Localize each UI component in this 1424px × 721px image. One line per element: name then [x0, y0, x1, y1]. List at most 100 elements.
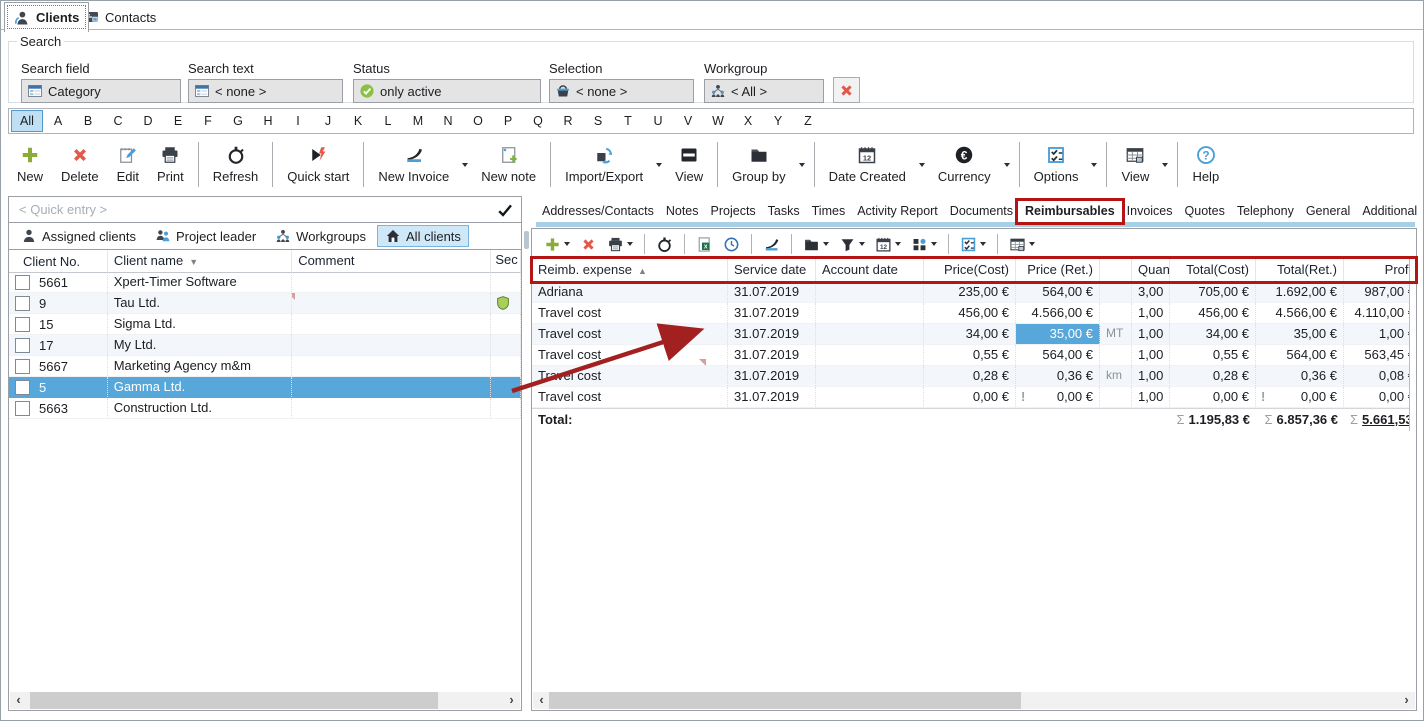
column-total-ret[interactable]: Total(Ret.) — [1256, 259, 1344, 281]
refresh-button[interactable]: Refresh — [204, 143, 268, 187]
column-quantity[interactable]: Quantity — [1132, 259, 1170, 281]
reimbursables-horizontal-scrollbar[interactable]: ‹ › — [533, 692, 1415, 709]
detail-tab-invoices[interactable]: Invoices — [1121, 202, 1179, 220]
folder-button[interactable] — [799, 233, 833, 256]
dropdown-caret[interactable] — [627, 242, 633, 246]
detail-tab-reimbursables[interactable]: Reimbursables — [1019, 202, 1121, 220]
new-invoice-dropdown-caret[interactable] — [458, 163, 472, 167]
column-client-name[interactable]: Client name▼ — [108, 250, 292, 272]
detail-tab-times[interactable]: Times — [806, 202, 852, 220]
detail-tab-telephony[interactable]: Telephony — [1231, 202, 1300, 220]
alpha-x[interactable]: X — [733, 110, 763, 132]
alpha-a[interactable]: A — [43, 110, 73, 132]
client-row[interactable]: 5667Marketing Agency m&m — [9, 356, 521, 377]
view-button[interactable]: View — [666, 143, 712, 187]
dropdown-caret[interactable] — [980, 242, 986, 246]
column-unit[interactable] — [1100, 259, 1132, 281]
date-filter-button[interactable]: 12 — [871, 233, 905, 256]
options-button[interactable]: Options — [1025, 143, 1088, 187]
delete-expense-button[interactable] — [576, 233, 601, 256]
alpha-o[interactable]: O — [463, 110, 493, 132]
new-note-button[interactable]: New note — [472, 143, 545, 187]
options-button[interactable] — [956, 233, 990, 256]
clear-search-button[interactable] — [833, 77, 860, 103]
time-button[interactable] — [719, 233, 744, 256]
client-row[interactable]: 5661Xpert-Timer Software — [9, 272, 521, 293]
reimbursable-row[interactable]: Travel cost31.07.20190,00 €!0,00 €1,000,… — [532, 387, 1410, 408]
view-tab-workgroups[interactable]: Workgroups — [267, 225, 374, 247]
scroll-left-icon[interactable]: ‹ — [533, 692, 550, 709]
view-tab-project-leader[interactable]: Project leader — [147, 225, 264, 247]
alpha-k[interactable]: K — [343, 110, 373, 132]
alpha-f[interactable]: F — [193, 110, 223, 132]
import-export-dropdown-caret[interactable] — [652, 163, 666, 167]
alpha-l[interactable]: L — [373, 110, 403, 132]
alpha-d[interactable]: D — [133, 110, 163, 132]
excel-export-button[interactable]: X — [692, 233, 717, 256]
scroll-right-icon[interactable]: › — [503, 692, 520, 709]
detail-tab-general[interactable]: General — [1300, 202, 1356, 220]
alpha-s[interactable]: S — [583, 110, 613, 132]
client-row[interactable]: 17My Ltd. — [9, 335, 521, 356]
view-button[interactable]: View — [1112, 143, 1158, 187]
column-comment[interactable]: Comment — [292, 250, 491, 272]
alpha-r[interactable]: R — [553, 110, 583, 132]
add-expense-button[interactable] — [540, 233, 574, 256]
view-button[interactable] — [1005, 233, 1039, 256]
new-invoice-button[interactable]: New Invoice — [369, 143, 458, 187]
currency-dropdown-caret[interactable] — [1000, 163, 1014, 167]
column-total-cost[interactable]: Total(Cost) — [1170, 259, 1256, 281]
currency-button[interactable]: €Currency — [929, 143, 1000, 187]
print-button[interactable]: Print — [148, 143, 193, 187]
column-client-no[interactable]: Client No. — [9, 250, 108, 272]
dropdown-caret[interactable] — [859, 242, 865, 246]
edit-button[interactable]: Edit — [108, 143, 148, 187]
column-service[interactable]: Service date — [728, 259, 816, 281]
dropdown-caret[interactable] — [931, 242, 937, 246]
row-checkbox[interactable] — [15, 296, 30, 311]
alpha-t[interactable]: T — [613, 110, 643, 132]
scroll-left-icon[interactable]: ‹ — [10, 692, 27, 709]
options-dropdown-caret[interactable] — [1087, 163, 1101, 167]
alpha-n[interactable]: N — [433, 110, 463, 132]
scrollbar-thumb[interactable] — [30, 692, 438, 709]
alpha-c[interactable]: C — [103, 110, 133, 132]
row-checkbox[interactable] — [15, 359, 30, 374]
group-by-button[interactable]: Group by — [723, 143, 794, 187]
column-account[interactable]: Account date — [816, 259, 924, 281]
view-tab-assigned-clients[interactable]: Assigned clients — [13, 225, 144, 247]
scrollbar-thumb[interactable] — [549, 692, 1021, 709]
alpha-y[interactable]: Y — [763, 110, 793, 132]
alpha-w[interactable]: W — [703, 110, 733, 132]
alpha-u[interactable]: U — [643, 110, 673, 132]
date-created-dropdown-caret[interactable] — [915, 163, 929, 167]
client-row[interactable]: 5663Construction Ltd. — [9, 398, 521, 419]
column-expense[interactable]: Reimb. expense▲ — [532, 259, 728, 281]
client-row[interactable]: 15Sigma Ltd. — [9, 314, 521, 335]
alpha-all[interactable]: All — [11, 110, 43, 132]
dropdown-caret[interactable] — [823, 242, 829, 246]
invoice-button[interactable] — [759, 233, 784, 256]
detail-tab-tasks[interactable]: Tasks — [762, 202, 806, 220]
column-price-ret[interactable]: Price (Ret.) — [1016, 259, 1100, 281]
alpha-p[interactable]: P — [493, 110, 523, 132]
quick-start-button[interactable]: Quick start — [278, 143, 358, 187]
row-checkbox[interactable] — [15, 338, 30, 353]
filter-button[interactable] — [835, 233, 869, 256]
alpha-b[interactable]: B — [73, 110, 103, 132]
view-tab-all-clients[interactable]: All clients — [377, 225, 469, 247]
alpha-g[interactable]: G — [223, 110, 253, 132]
dropdown-caret[interactable] — [1029, 242, 1035, 246]
group-button[interactable] — [907, 233, 941, 256]
print-button[interactable] — [603, 233, 637, 256]
selection-dropdown[interactable]: < none > — [549, 79, 694, 103]
row-checkbox[interactable] — [15, 275, 30, 290]
view-dropdown-caret[interactable] — [1158, 163, 1172, 167]
alpha-m[interactable]: M — [403, 110, 433, 132]
column-sec[interactable]: Sec — [491, 250, 521, 272]
alpha-i[interactable]: I — [283, 110, 313, 132]
detail-tab-additional[interactable]: Additional — [1356, 202, 1423, 220]
alpha-v[interactable]: V — [673, 110, 703, 132]
alpha-q[interactable]: Q — [523, 110, 553, 132]
client-row[interactable]: 5Gamma Ltd. — [9, 377, 521, 398]
